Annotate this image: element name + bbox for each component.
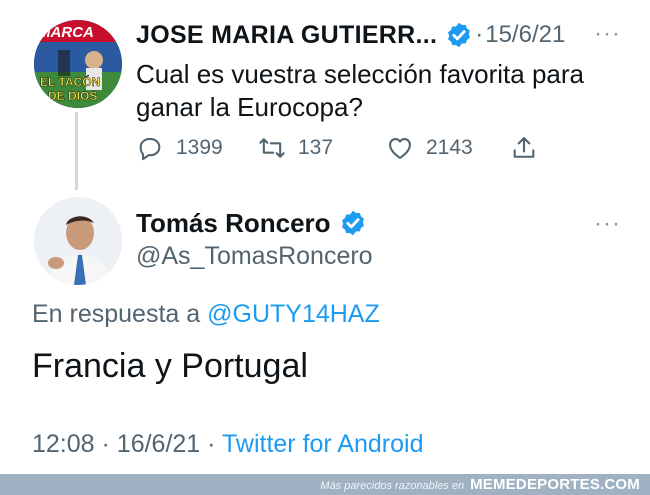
avatar-marca-text: MARCA (38, 24, 94, 41)
in-reply-to-label: En respuesta a (32, 300, 201, 328)
watermark-text: Más parecidos razonables en MEMEDEPORTES… (320, 476, 640, 493)
reply-count: 1399 (176, 136, 223, 159)
watermark-tagline: Más parecidos razonables en (320, 480, 465, 492)
verified-badge-icon (341, 210, 364, 236)
heart-icon (389, 137, 411, 159)
marca-cover-image: MARCA EL TACÓN DE DIOS (34, 20, 122, 108)
reply-more-options-icon[interactable]: ··· (594, 212, 621, 236)
in-reply-to-mention-link[interactable]: @GUTY14HAZ (207, 300, 380, 328)
share-button[interactable] (510, 132, 550, 164)
avatar-headline-2: DE DIOS (48, 89, 97, 103)
watermark-brand: MEMEDEPORTES.COM (470, 476, 640, 493)
verified-badge-icon (448, 22, 471, 48)
parent-author-avatar[interactable]: MARCA EL TACÓN DE DIOS (34, 20, 122, 108)
retweet-icon (259, 138, 285, 158)
in-reply-to-context: En respuesta a @GUTY14HAZ (32, 300, 380, 329)
reply-author-handle[interactable]: @As_TomasRoncero (136, 242, 373, 271)
watermark-footer: Más parecidos razonables en MEMEDEPORTES… (0, 474, 650, 495)
header-separator: · (475, 21, 484, 48)
reply-tweet-header: Tomás Roncero (136, 205, 367, 241)
retweet-count: 137 (298, 136, 334, 159)
reply-author-avatar[interactable] (34, 197, 122, 285)
meta-separator-2: · (207, 430, 216, 458)
like-button[interactable]: 2143 (386, 132, 473, 164)
parent-more-options-icon[interactable]: ··· (594, 22, 621, 46)
avatar-headline-1: EL TACÓN (40, 74, 100, 89)
parent-author-name[interactable]: JOSE MARIA GUTIERR... (136, 21, 437, 50)
share-icon (513, 137, 535, 158)
like-count: 2143 (426, 136, 473, 159)
reply-author-name[interactable]: Tomás Roncero (136, 208, 331, 239)
parent-tweet-text: Cual es vuestra selección favorita para … (136, 59, 585, 122)
thread-connector-line (75, 112, 78, 190)
reply-tweet-time[interactable]: 12:08 (32, 430, 95, 458)
tweet-source-link[interactable]: Twitter for Android (222, 430, 423, 458)
roncero-photo (34, 197, 122, 285)
retweet-button[interactable]: 137 (258, 132, 333, 164)
reply-tweet-text: Francia y Portugal (32, 347, 308, 385)
reply-icon (139, 137, 161, 161)
reply-button[interactable]: 1399 (136, 132, 223, 164)
parent-tweet-header: JOSE MARIA GUTIERR... · 15/6/21 (136, 18, 565, 52)
reply-tweet-date[interactable]: 16/6/21 (117, 430, 200, 458)
parent-tweet-date[interactable]: 15/6/21 (485, 21, 565, 49)
reply-tweet-meta: 12:08 · 16/6/21 · Twitter for Android (32, 430, 423, 459)
meta-separator: · (101, 430, 110, 458)
